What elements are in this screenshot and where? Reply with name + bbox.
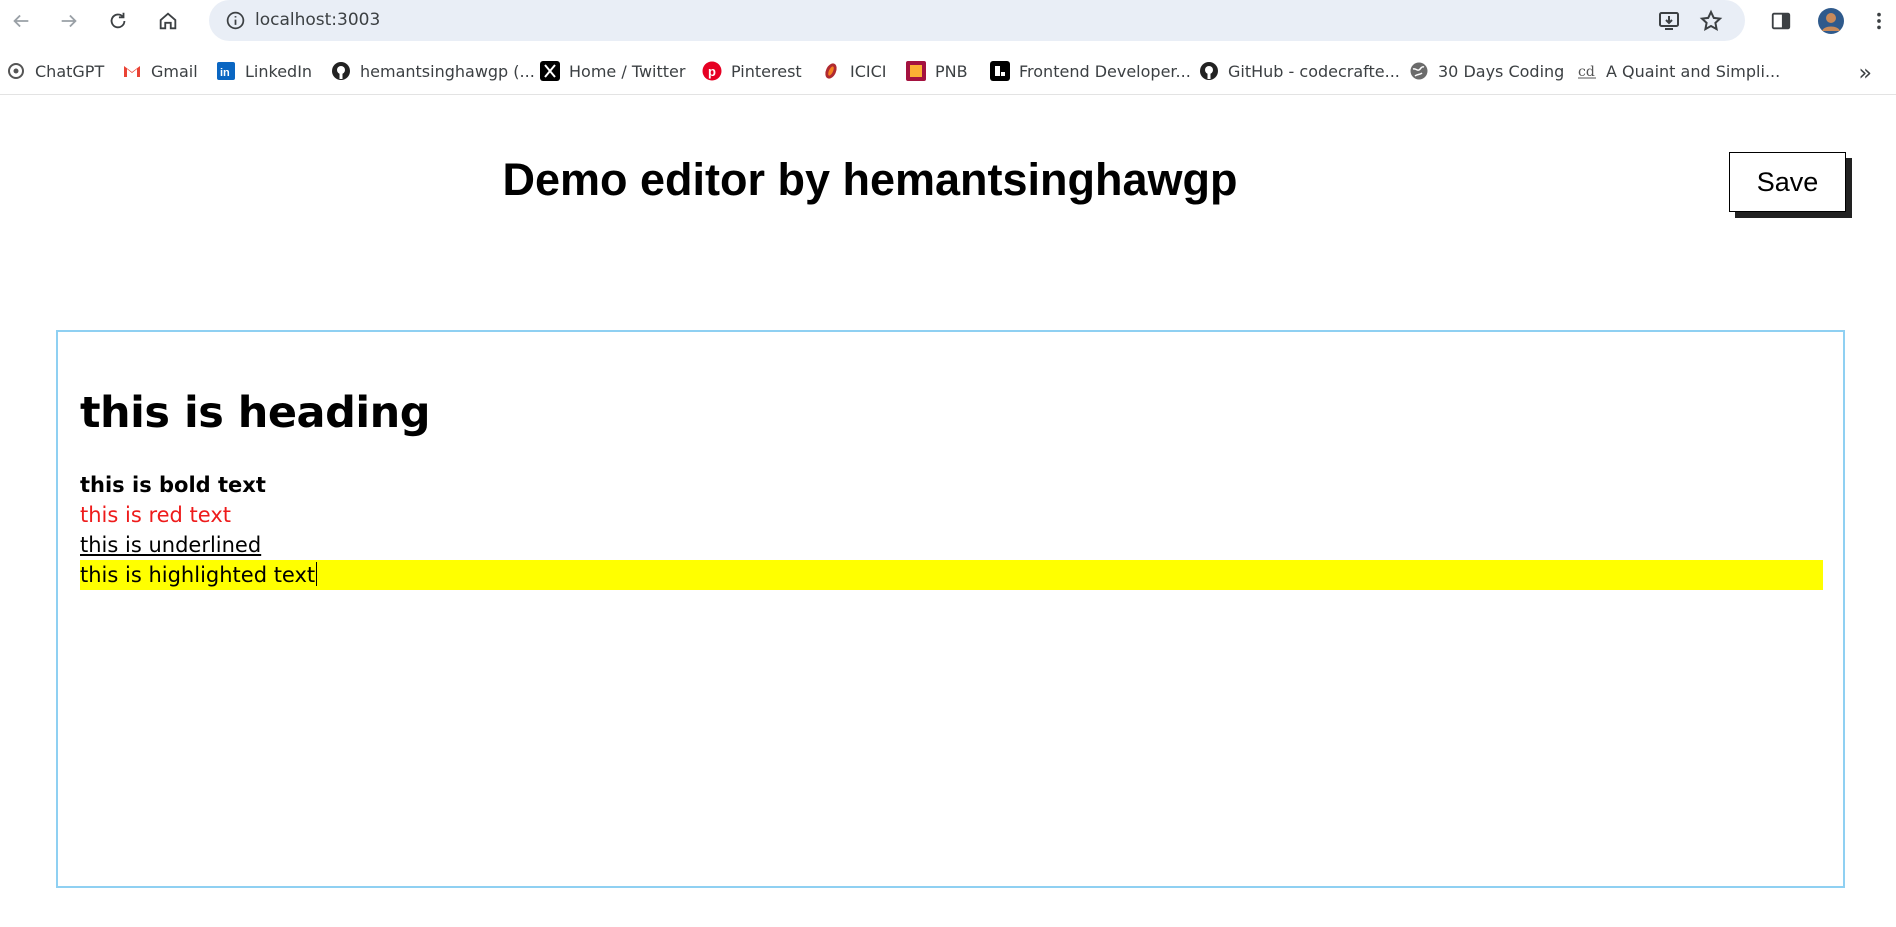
more-bookmarks-button[interactable]: » <box>1859 61 1872 86</box>
chatgpt-icon <box>6 61 26 81</box>
avatar[interactable] <box>1818 8 1844 34</box>
editor-underlined-text[interactable]: this is underlined <box>80 533 261 557</box>
editor-highlight-line[interactable]: this is highlighted text <box>80 560 1823 590</box>
github-icon <box>1199 61 1219 81</box>
editor-content[interactable]: this is heading this is bold text this i… <box>80 384 1823 590</box>
svg-text:p: p <box>708 64 716 79</box>
save-button[interactable]: Save <box>1729 152 1846 212</box>
editor-underline-line[interactable]: this is underlined <box>80 530 1823 560</box>
bookmark-pinterest[interactable]: p Pinterest <box>702 57 802 85</box>
bookmark-pnb[interactable]: PNB <box>906 57 968 85</box>
editor-heading[interactable]: this is heading <box>80 384 1823 442</box>
side-panel-icon[interactable] <box>1768 8 1794 34</box>
bookmark-chatgpt[interactable]: ChatGPT <box>6 57 104 85</box>
x-icon <box>540 61 560 81</box>
editor-highlighted-text[interactable]: this is highlighted text <box>80 563 315 587</box>
forward-icon[interactable] <box>54 6 84 36</box>
site-info-icon[interactable] <box>225 10 246 31</box>
bookmark-twitter[interactable]: Home / Twitter <box>540 57 685 85</box>
bookmark-gmail[interactable]: Gmail <box>122 57 198 85</box>
icici-icon <box>821 61 841 81</box>
address-bar[interactable]: localhost:3003 <box>209 0 1745 41</box>
bookmark-quaint[interactable]: cd A Quaint and Simpli... <box>1577 57 1780 85</box>
bookmark-hemantsinghawgp[interactable]: hemantsinghawgp (... <box>331 57 535 85</box>
home-icon[interactable] <box>153 6 183 36</box>
bookmark-linkedin[interactable]: in LinkedIn <box>216 57 312 85</box>
text-caret <box>316 562 318 586</box>
gmail-icon <box>122 61 142 81</box>
menu-icon[interactable] <box>1866 8 1892 34</box>
pinterest-icon: p <box>702 61 722 81</box>
cd-icon: cd <box>1577 61 1597 81</box>
url-text[interactable]: localhost:3003 <box>255 10 380 30</box>
pnb-icon <box>906 61 926 81</box>
bookmarks-bar: ChatGPT Gmail in LinkedIn hemantsinghawg… <box>0 47 1896 95</box>
editor-red-line[interactable]: this is red text <box>80 500 1823 530</box>
browser-toolbar: localhost:3003 <box>0 0 1896 41</box>
bookmark-github-codecrafter[interactable]: GitHub - codecrafte... <box>1199 57 1400 85</box>
bookmark-30-days-coding[interactable]: 30 Days Coding <box>1409 57 1564 85</box>
bookmark-frontend-developer[interactable]: Frontend Developer... <box>990 57 1191 85</box>
app-page: Demo editor by hemantsinghawgp Save this… <box>0 96 1896 927</box>
github-icon <box>331 61 351 81</box>
install-app-icon[interactable] <box>1657 9 1681 33</box>
bookmark-star-icon[interactable] <box>1699 9 1723 33</box>
rich-text-editor[interactable]: this is heading this is bold text this i… <box>56 330 1845 888</box>
reload-icon[interactable] <box>103 6 133 36</box>
editor-bold-line[interactable]: this is bold text <box>80 470 1823 500</box>
globe-icon <box>1409 61 1429 81</box>
bookmark-icici[interactable]: ICICI <box>821 57 887 85</box>
back-icon[interactable] <box>6 6 36 36</box>
frontend-icon <box>990 61 1010 81</box>
page-title: Demo editor by hemantsinghawgp <box>502 154 1238 205</box>
svg-text:in: in <box>220 67 230 79</box>
linkedin-icon: in <box>216 61 236 81</box>
